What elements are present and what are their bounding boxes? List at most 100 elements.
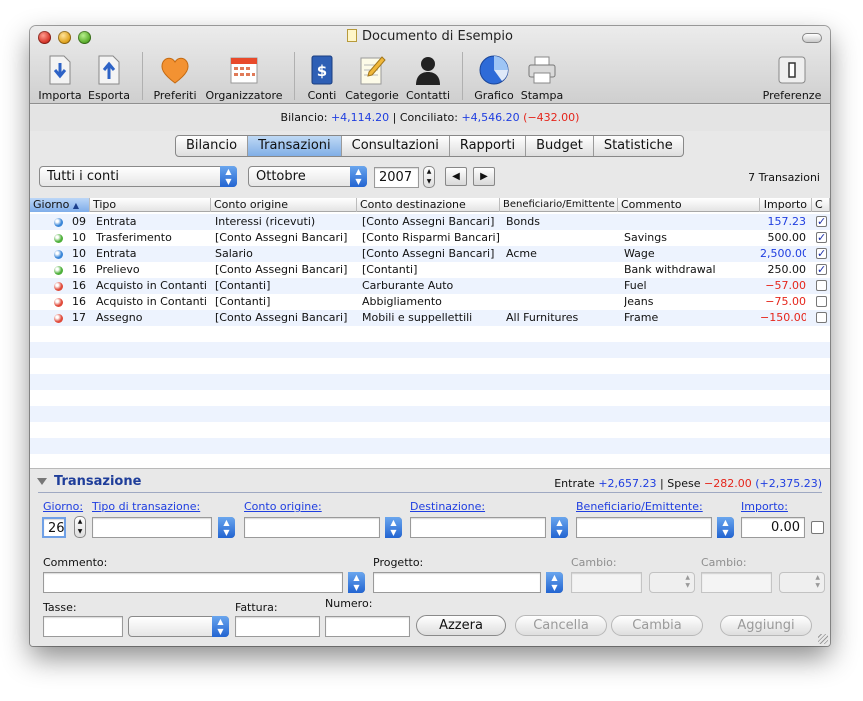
column-header-to[interactable]: Conto destinazione: [357, 198, 500, 212]
tax-select[interactable]: ▲ ▼: [128, 616, 229, 637]
cleared-checkbox[interactable]: ✓: [816, 232, 827, 243]
payee-label[interactable]: Beneficiario/Emittente:: [576, 500, 703, 513]
toolbar-export-button[interactable]: Esporta: [86, 54, 132, 102]
transaction-type-field[interactable]: [92, 517, 212, 538]
account-filter-select[interactable]: Tutti i conti ▲ ▼: [39, 166, 237, 187]
cell-amount: −57.00: [765, 279, 806, 292]
transaction-type-select[interactable]: ▲ ▼: [218, 517, 235, 538]
tab-bilancio[interactable]: Bilancio: [176, 136, 249, 156]
toolbar-toggle-button[interactable]: [802, 33, 822, 43]
payee-select[interactable]: ▲ ▼: [717, 517, 734, 538]
toolbar-print-button[interactable]: Stampa: [520, 54, 564, 102]
table-row[interactable]: 16 Acquisto in Contanti [Contanti] Carburan…: [30, 278, 830, 294]
day-field[interactable]: 26: [42, 517, 66, 538]
table-row[interactable]: 16 Prelievo [Conto Assegni Bancari] [Contan…: [30, 262, 830, 278]
popup-arrows-icon: ▲ ▼: [685, 574, 690, 589]
heart-icon: [161, 57, 189, 84]
exchange-rate-field-1[interactable]: [571, 572, 642, 593]
exchange-currency-select-1[interactable]: ▲ ▼: [649, 572, 695, 593]
next-month-button[interactable]: ▶: [473, 167, 495, 186]
year-stepper[interactable]: ▲ ▼: [423, 166, 435, 188]
from-account-label[interactable]: Conto origine:: [244, 500, 322, 513]
day-stepper[interactable]: ▲ ▼: [74, 516, 86, 538]
cleared-checkbox[interactable]: [816, 312, 827, 323]
reconciled-value: +4,546.20: [461, 111, 520, 124]
payee-field[interactable]: [576, 517, 712, 538]
exchange-rate-field-2[interactable]: [701, 572, 772, 593]
toolbar-favorites-button[interactable]: Preferiti: [152, 54, 198, 102]
transaction-type-label[interactable]: Tipo di transazione:: [92, 500, 200, 513]
toolbar-chart-button[interactable]: Grafico: [472, 54, 516, 102]
toolbar-organizer-label: Organizzatore: [205, 89, 283, 102]
cell-type: Entrata: [96, 247, 137, 260]
cell-to: [Conto Assegni Bancari]: [362, 247, 495, 260]
column-header-cleared[interactable]: C: [812, 198, 830, 212]
column-header-type[interactable]: Tipo: [90, 198, 211, 212]
invoice-field[interactable]: [235, 616, 320, 637]
cancel-button[interactable]: Cancella: [515, 615, 607, 636]
exchange-currency-select-2[interactable]: ▲ ▼: [779, 572, 825, 593]
cleared-checkbox[interactable]: [816, 280, 827, 291]
project-select[interactable]: ▲ ▼: [546, 572, 563, 593]
tab-consultazioni[interactable]: Consultazioni: [342, 136, 450, 156]
cell-from: [Contanti]: [215, 279, 271, 292]
project-field[interactable]: [373, 572, 541, 593]
destination-select[interactable]: ▲ ▼: [551, 517, 568, 538]
destination-field[interactable]: [410, 517, 546, 538]
destination-label[interactable]: Destinazione:: [410, 500, 485, 513]
day-label[interactable]: Giorno:: [43, 500, 83, 513]
cleared-checkbox[interactable]: ✓: [816, 216, 827, 227]
cleared-checkbox[interactable]: ✓: [816, 248, 827, 259]
amount-field[interactable]: 0.00: [741, 517, 805, 538]
column-header-from[interactable]: Conto origine: [211, 198, 357, 212]
tax-field[interactable]: [43, 616, 123, 637]
cleared-checkbox[interactable]: ✓: [816, 264, 827, 275]
tab-budget[interactable]: Budget: [526, 136, 594, 156]
year-field[interactable]: 2007: [374, 167, 419, 188]
comment-select[interactable]: ▲ ▼: [348, 572, 365, 593]
table-row[interactable]: 10 Trasferimento [Conto Assegni Bancari] [C…: [30, 230, 830, 246]
comment-field[interactable]: [43, 572, 343, 593]
resize-grip-icon[interactable]: [818, 634, 828, 644]
toolbar-categories-button[interactable]: Categorie: [344, 54, 400, 102]
amount-label[interactable]: Importo:: [741, 500, 788, 513]
column-header-amount[interactable]: Importo: [760, 198, 812, 212]
transaction-status-icon: [54, 314, 63, 323]
reconciled-label: Conciliato:: [399, 111, 458, 124]
reset-button[interactable]: Azzera: [416, 615, 506, 636]
add-button[interactable]: Aggiungi: [720, 615, 812, 636]
income-label: Entrate: [554, 477, 595, 490]
cell-type: Acquisto in Contanti: [96, 295, 207, 308]
toolbar-accounts-button[interactable]: $ Conti: [304, 54, 340, 102]
table-row[interactable]: 10 Entrata Salario [Conto Assegni Bancari] A…: [30, 246, 830, 262]
from-account-select[interactable]: ▲ ▼: [385, 517, 402, 538]
tab-statistiche[interactable]: Statistiche: [594, 136, 683, 156]
toolbar-contacts-button[interactable]: Contatti: [404, 54, 452, 102]
table-row[interactable]: 16 Acquisto in Contanti [Contanti] Abbiglia…: [30, 294, 830, 310]
toolbar-organizer-button[interactable]: Organizzatore: [204, 54, 284, 102]
from-account-field[interactable]: [244, 517, 380, 538]
toolbar-contacts-label: Contatti: [405, 89, 451, 102]
column-header-payee[interactable]: Beneficiario/Emittente: [500, 198, 618, 212]
cleared-checkbox[interactable]: [816, 296, 827, 307]
table-row[interactable]: 17 Assegno [Conto Assegni Bancari] Mobili e…: [30, 310, 830, 326]
transaction-status-icon: [54, 266, 63, 275]
info-separator: |: [392, 111, 397, 124]
toolbar-preferences-button[interactable]: Preferenze: [760, 54, 824, 102]
column-header-day[interactable]: Giorno ▲: [30, 198, 90, 212]
disclosure-triangle-icon[interactable]: [37, 478, 47, 485]
cell-amount: −150.00: [760, 311, 806, 324]
month-filter-select[interactable]: Ottobre ▲ ▼: [248, 166, 367, 187]
cell-from: [Conto Assegni Bancari]: [215, 231, 348, 244]
toolbar-import-button[interactable]: Importa: [38, 54, 82, 102]
column-header-comment[interactable]: Commento: [618, 198, 760, 212]
table-row[interactable]: 09 Entrata Interessi (ricevuti) [Conto Asse…: [30, 214, 830, 230]
cleared-checkbox[interactable]: [811, 521, 824, 534]
previous-month-button[interactable]: ◀: [445, 167, 467, 186]
change-button[interactable]: Cambia: [611, 615, 703, 636]
number-field[interactable]: [325, 616, 410, 637]
tab-transazioni[interactable]: Transazioni: [248, 136, 342, 156]
tab-rapporti[interactable]: Rapporti: [450, 136, 527, 156]
transaction-status-icon: [54, 218, 63, 227]
toolbar-export-label: Esporta: [88, 89, 130, 102]
